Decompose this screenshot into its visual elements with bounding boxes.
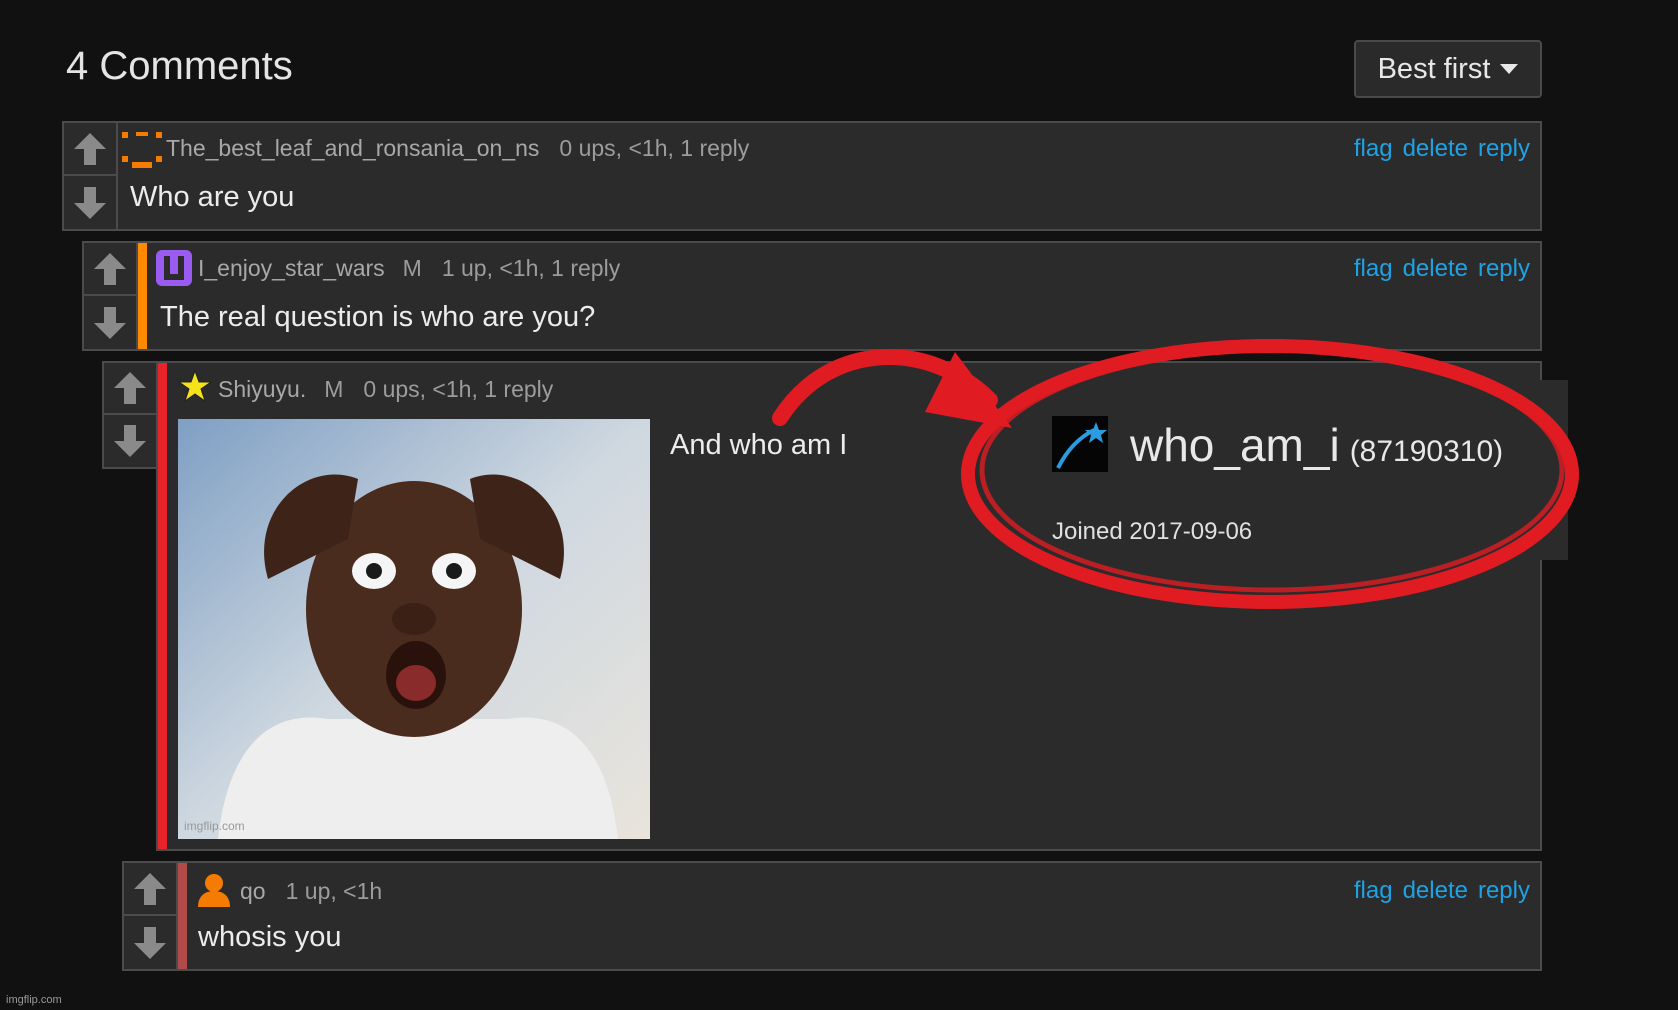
- annotation-overlay: [772, 339, 1579, 609]
- watermark: imgflip.com: [6, 994, 62, 1006]
